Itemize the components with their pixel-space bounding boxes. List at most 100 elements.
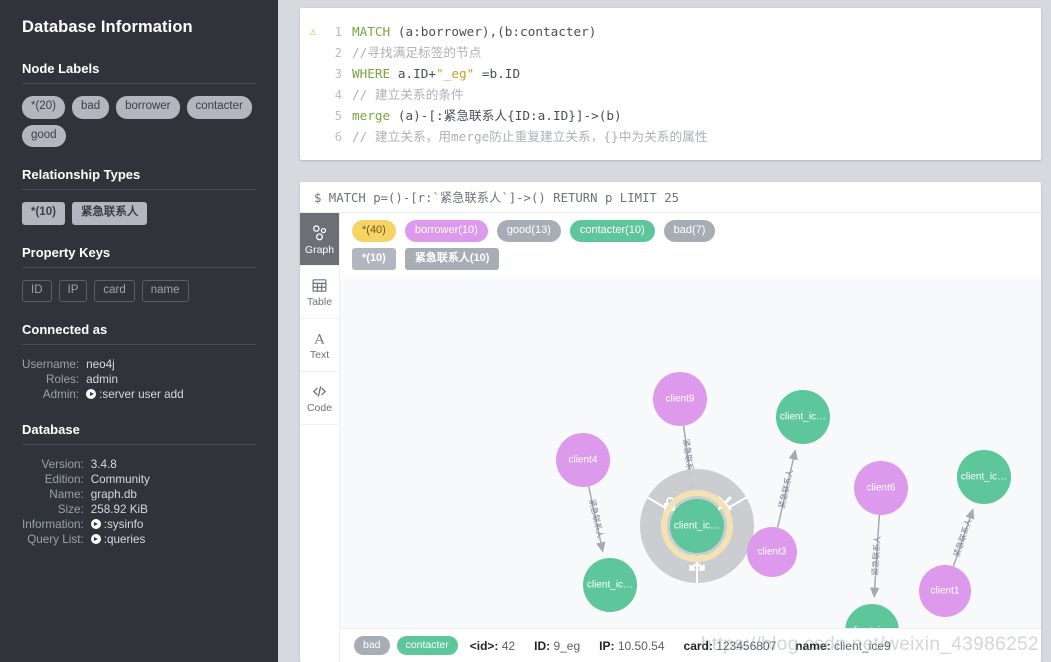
info-value[interactable]: :sysinfo <box>90 517 256 532</box>
property-key-pill[interactable]: name <box>141 279 189 302</box>
code-line[interactable]: 5 merge (a)-[:紧急联系人{ID:a.ID}]->(b) <box>300 106 1041 127</box>
code-token: MATCH <box>352 24 398 39</box>
view-tab-label: Table <box>306 295 333 308</box>
query-bar: $ MATCH p=()-[r:`紧急联系人`]->() RETURN p LI… <box>300 182 1041 213</box>
legend-node-pill[interactable]: good(13) <box>496 220 561 242</box>
graph-node[interactable]: client_ic… <box>776 390 830 444</box>
table-icon <box>311 277 328 294</box>
code-token: // 建立关系的条件 <box>352 87 464 102</box>
inspector-property: card: 123456807 <box>684 639 777 653</box>
view-tab-graph[interactable]: Graph <box>300 213 339 266</box>
info-row: Username: neo4j <box>22 357 256 372</box>
graph-node[interactable]: client_ic… <box>957 450 1011 504</box>
relationship-type-pill[interactable]: *(10) <box>22 202 65 225</box>
view-tab-label: Code <box>306 401 333 414</box>
graph-node[interactable]: client_ic… <box>661 490 733 562</box>
legend-node-pill[interactable]: contacter(10) <box>569 220 655 242</box>
node-label-pill[interactable]: *(20) <box>22 96 65 119</box>
legend-node-pill[interactable]: borrower(10) <box>404 220 488 242</box>
property-key-pill[interactable]: ID <box>22 279 52 302</box>
relationship-types-section: Relationship Types *(10) 紧急联系人 <box>22 167 256 225</box>
legend-relationship-pill[interactable]: 紧急联系人(10) <box>404 248 500 270</box>
graph-node[interactable]: client6 <box>854 461 908 515</box>
view-tab-table[interactable]: Table <box>300 266 339 319</box>
code-line[interactable]: 6 // 建立关系，用merge防止重复建立关系，{}中为关系的属性 <box>300 127 1041 148</box>
property-key-pill[interactable]: card <box>94 279 135 302</box>
property-key-pill[interactable]: IP <box>58 279 88 302</box>
relationship-type-pill[interactable]: 紧急联系人 <box>71 202 148 225</box>
view-tab-text[interactable]: A Text <box>300 319 339 372</box>
editor-lines[interactable]: ⚠ 1 MATCH (a:borrower),(b:contacter) 2 //寻找满… <box>300 22 1041 148</box>
code-text: WHERE a.ID+"_eg" =b.ID <box>352 64 520 84</box>
graph-svg[interactable]: 紧急联系人紧急联系人紧急联系人紧急联系人 紧急联系人client9client4c… <box>340 279 1041 628</box>
graph-node-label: client_ic… <box>961 472 1007 483</box>
code-line[interactable]: 2 //寻找满足标签的节点 <box>300 43 1041 64</box>
warning-triangle-icon: ⚠ <box>309 25 317 38</box>
cypher-editor-card[interactable]: ⚠ 1 MATCH (a:borrower),(b:contacter) 2 //寻找满… <box>300 8 1041 160</box>
graph-icon <box>310 223 329 242</box>
info-value[interactable]: :queries <box>90 532 256 547</box>
result-frame: $ MATCH p=()-[r:`紧急联系人`]->() RETURN p LI… <box>300 182 1041 662</box>
inspector-labels: bad contacter <box>354 635 458 656</box>
info-row: Edition: Community <box>22 472 256 487</box>
code-token: (a:borrower),(b:contacter) <box>397 24 597 39</box>
command-link[interactable]: :server user add <box>99 388 183 401</box>
code-text: merge (a)-[:紧急联系人{ID:a.ID}]->(b) <box>352 106 622 126</box>
divider <box>22 189 256 190</box>
code-line[interactable]: 3 WHERE a.ID+"_eg" =b.ID <box>300 64 1041 85</box>
line-number: 2 <box>334 46 342 60</box>
node-label-pill[interactable]: good <box>22 124 66 147</box>
play-icon <box>90 519 101 529</box>
graph-node[interactable]: client_ic… <box>583 558 637 612</box>
inspector-property-key: <id>: <box>469 638 499 653</box>
graph-canvas[interactable]: 紧急联系人 紧急联系人 紧急联系人 紧急联系人 紧急联系人 client9 client4 c… <box>340 279 1041 628</box>
code-line[interactable]: 4 // 建立关系的条件 <box>300 85 1041 106</box>
legend-relationship-pill[interactable]: *(10) <box>352 248 396 270</box>
divider <box>22 444 256 445</box>
info-key: Edition: <box>44 473 84 486</box>
node-labels-heading: Node Labels <box>22 61 100 76</box>
inspector-property-key: ID: <box>534 638 551 653</box>
inspector-property-key: IP: <box>599 638 615 653</box>
inspector-property-value: 42 <box>498 638 516 653</box>
inspector-property-key: card: <box>683 638 713 653</box>
code-token: //寻找满足标签的节点 <box>352 45 482 60</box>
graph-node[interactable]: client9 <box>653 372 707 426</box>
info-row: Size: 258.92 KiB <box>22 502 256 517</box>
legend-node-pill[interactable]: *(40) <box>352 220 396 242</box>
graph-node[interactable]: client4 <box>556 433 610 487</box>
view-tabs[interactable]: Graph Table A Text Code <box>300 213 340 662</box>
edge-label: 紧急联系人 <box>951 517 973 558</box>
node-label-pill[interactable]: borrower <box>116 96 180 119</box>
info-value: graph.db <box>90 488 137 501</box>
property-keys-list: ID IP card name <box>22 279 256 302</box>
code-line[interactable]: ⚠ 1 MATCH (a:borrower),(b:contacter) <box>300 22 1041 43</box>
command-link[interactable]: :queries <box>104 533 146 546</box>
info-row: Information::sysinfo <box>22 517 256 532</box>
graph-node-label: client3 <box>758 547 787 558</box>
neo4j-browser: Database Information Node Labels *(20) ba… <box>0 0 1051 662</box>
node-label-pill[interactable]: contacter <box>186 96 252 119</box>
code-token: "_eg" <box>436 66 475 81</box>
view-tab-code[interactable]: Code <box>300 372 339 425</box>
command-link[interactable]: :sysinfo <box>104 518 144 531</box>
divider <box>22 266 256 268</box>
inspector-property: IP: 10.50.54 <box>599 639 664 653</box>
code-text: MATCH (a:borrower),(b:contacter) <box>352 22 596 42</box>
graph-node[interactable]: client_ic… <box>845 604 899 628</box>
info-value: 258.92 KiB <box>90 503 148 516</box>
node-label-pill[interactable]: bad <box>71 96 110 119</box>
node-inspector: bad contacter <id>: 42 ID: 9_eg IP: 10.50.5… <box>340 628 1041 662</box>
code-token: =b.ID <box>474 66 521 81</box>
graph-node[interactable]: client1 <box>919 565 971 617</box>
graph-node[interactable]: client3 <box>747 527 797 577</box>
inspector-property: ID: 9_eg <box>534 639 580 653</box>
graph-node-label: client6 <box>867 483 896 494</box>
inspector-label-pill[interactable]: contacter <box>396 635 458 656</box>
database-table: Version: 3.4.8 Edition: Community Name: graph… <box>22 457 256 547</box>
sidebar-title: Database Information <box>22 18 193 36</box>
inspector-label-pill[interactable]: bad <box>354 635 390 656</box>
info-value[interactable]: :server user add <box>86 387 256 402</box>
code-text: // 建立关系，用merge防止重复建立关系，{}中为关系的属性 <box>352 127 708 147</box>
legend-node-pill[interactable]: bad(7) <box>663 220 716 242</box>
